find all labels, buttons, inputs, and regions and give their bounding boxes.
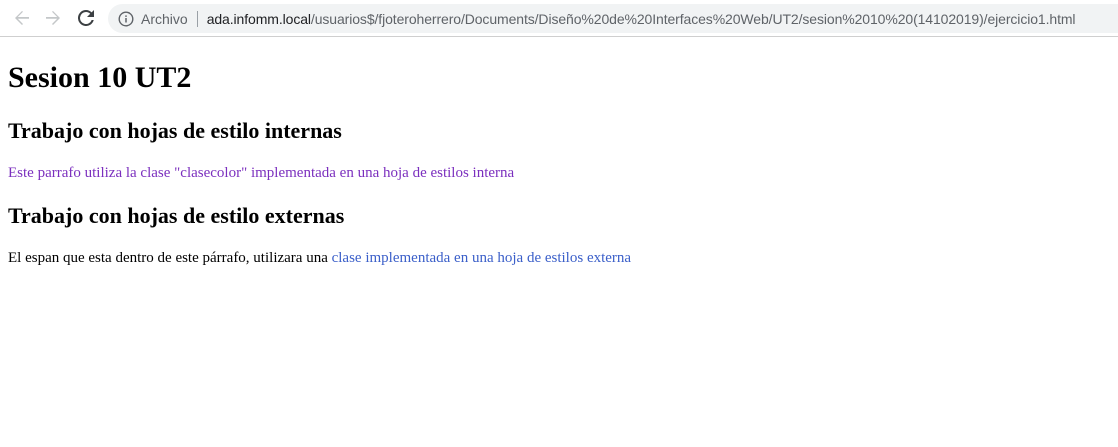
url-path: /usuarios$/fjoteroherrero/Documents/Dise… <box>310 10 1076 27</box>
url-host: ada.infomm.local <box>206 10 311 27</box>
info-icon[interactable] <box>118 10 134 27</box>
internal-styles-heading: Trabajo con hojas de estilo internas <box>8 118 342 143</box>
external-styles-heading: Trabajo con hojas de estilo externas <box>8 203 345 228</box>
external-paragraph-text: El espan que esta dentro de este párrafo… <box>8 250 332 266</box>
arrow-right-icon <box>46 11 60 25</box>
external-styled-span: clase implementada en una hoja de estilo… <box>331 250 632 266</box>
reload-icon <box>78 10 94 26</box>
security-label[interactable]: Archivo <box>141 11 188 27</box>
browser-toolbar: Archivo ada.infomm.local/usuarios$/fjote… <box>0 0 1118 37</box>
url-text[interactable]: ada.infomm.local/usuarios$/fjoteroherrer… <box>207 11 1076 27</box>
back-button[interactable] <box>10 6 34 30</box>
omnibox-divider <box>196 10 198 27</box>
reload-button[interactable] <box>74 6 98 30</box>
page-title: Sesion 10 UT2 <box>8 61 192 94</box>
address-bar[interactable]: Archivo ada.infomm.local/usuarios$/fjote… <box>108 4 1118 33</box>
forward-button[interactable] <box>41 6 65 30</box>
internal-styles-paragraph: Este parrafo utiliza la clase "clasecolo… <box>8 165 515 181</box>
arrow-left-icon <box>15 11 29 25</box>
external-styles-paragraph: El espan que esta dentro de este párrafo… <box>8 248 631 268</box>
